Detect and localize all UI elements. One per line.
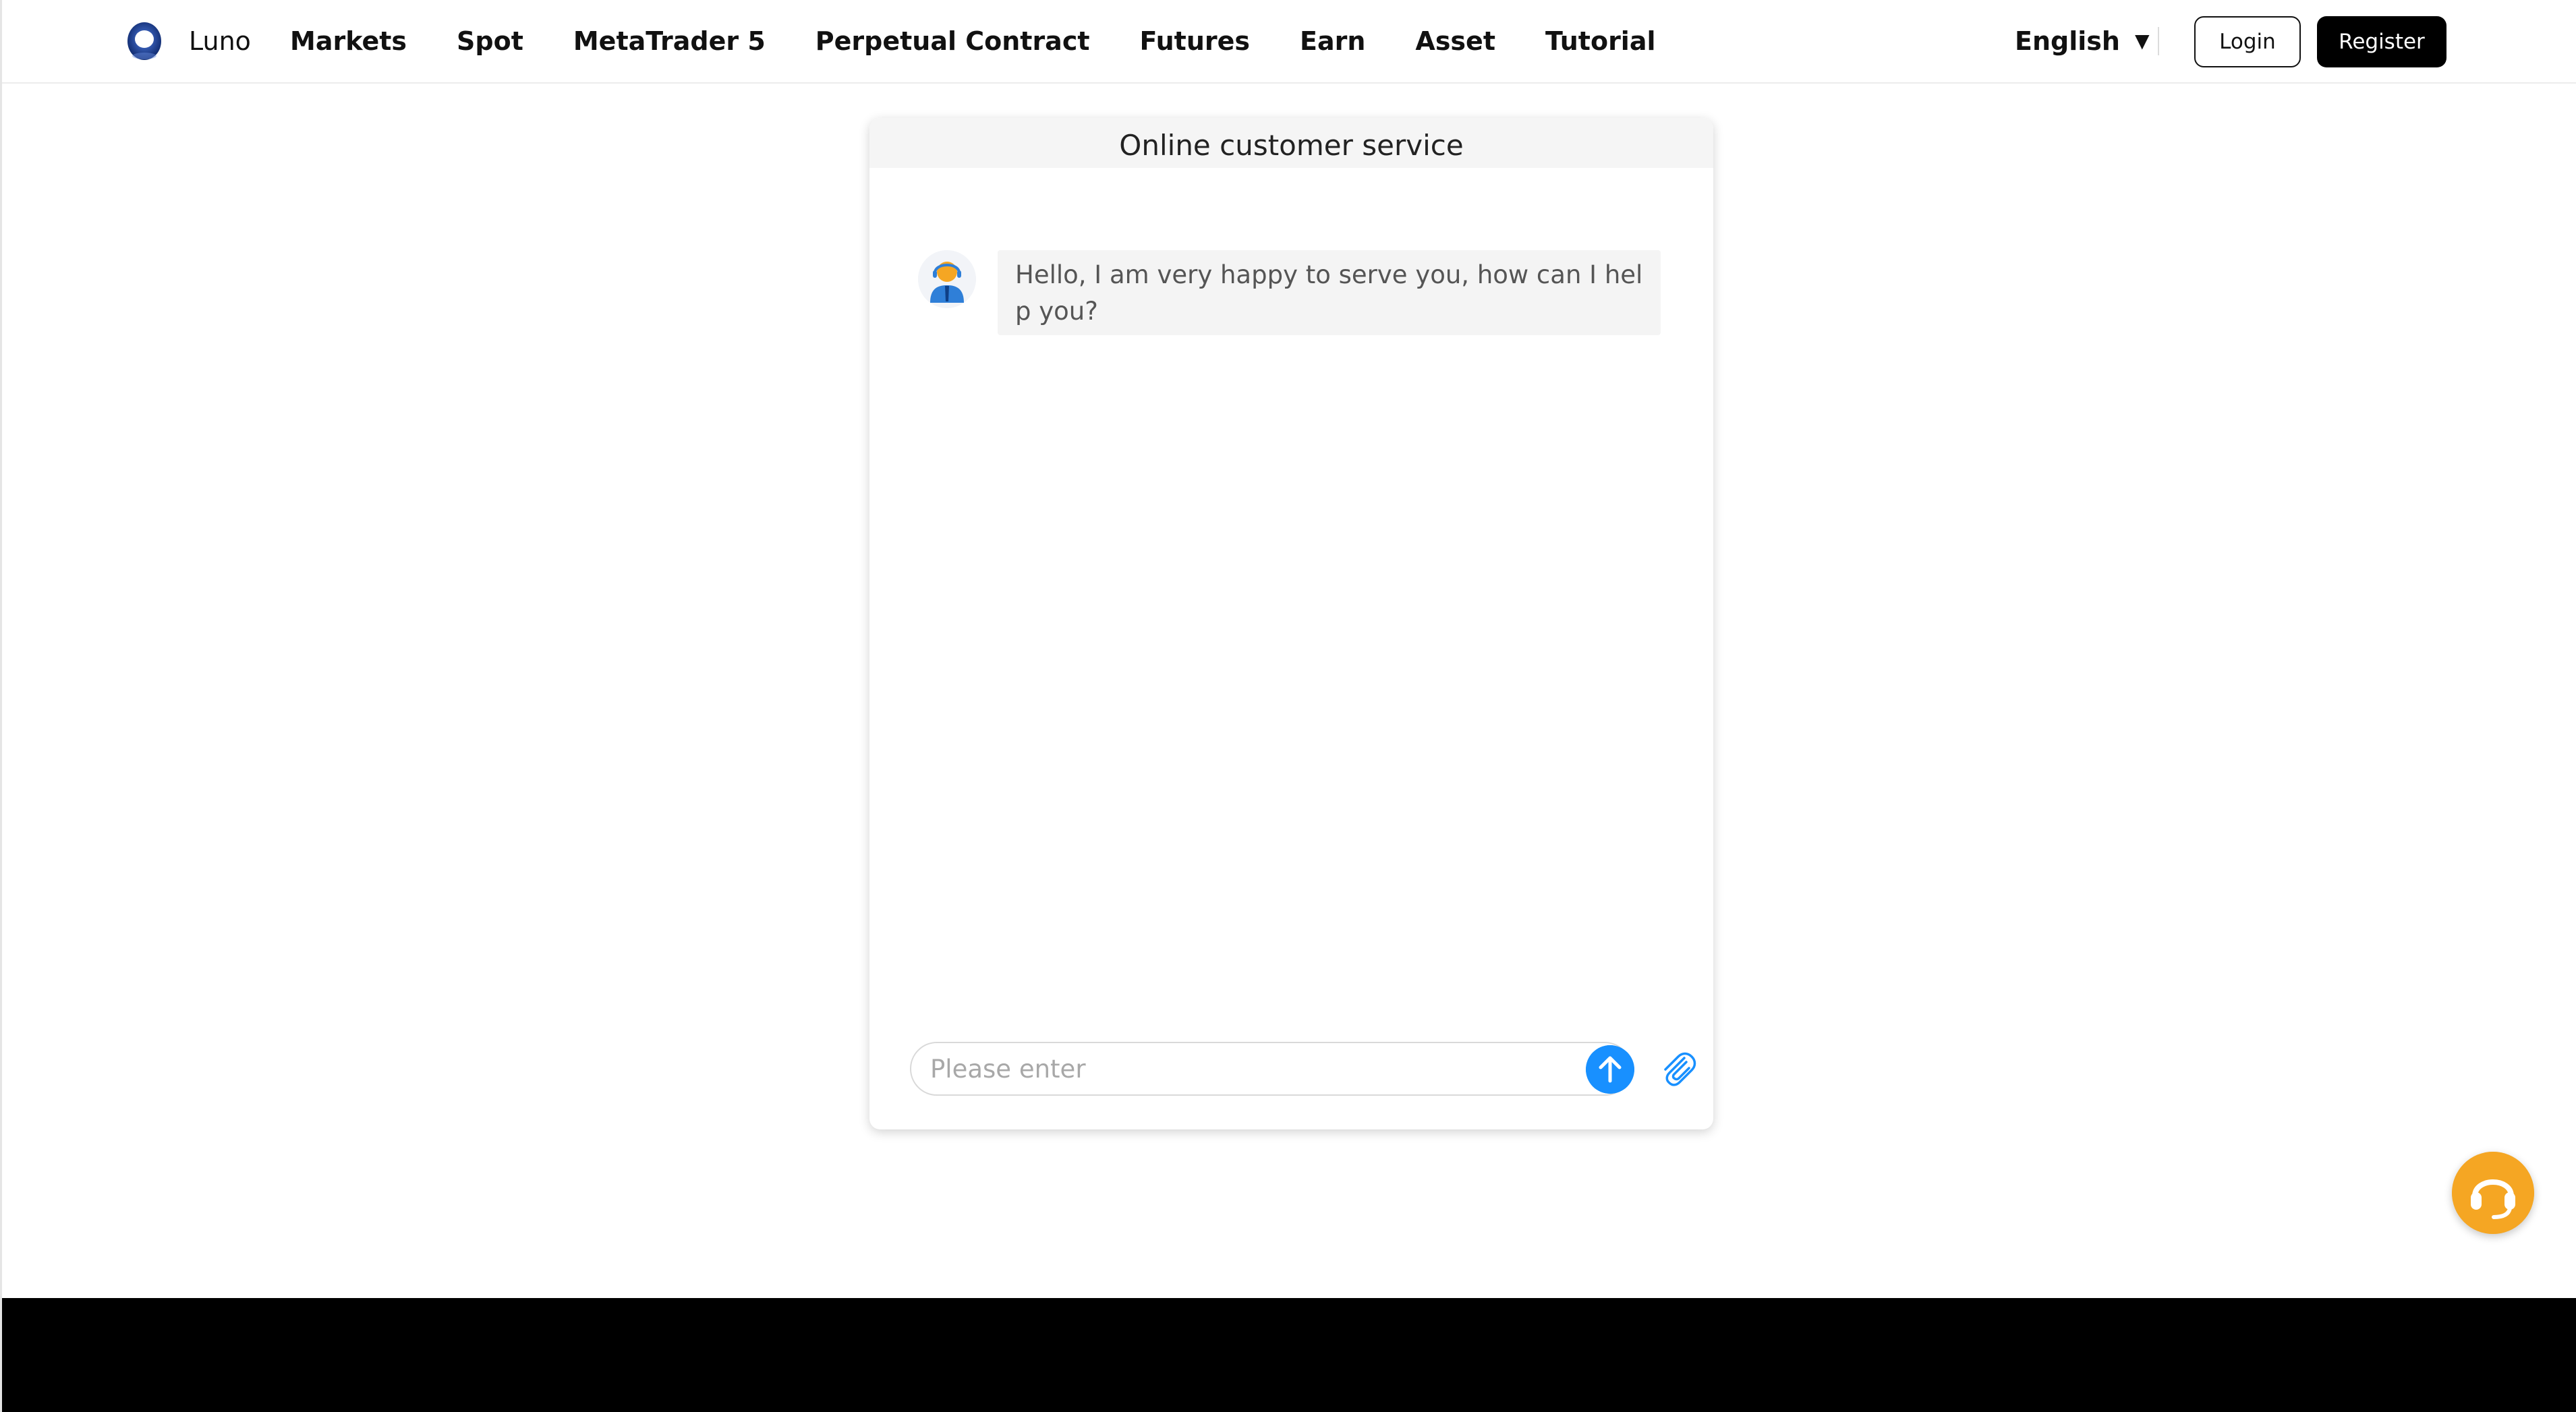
customer-service-chat-panel: Online customer service Hello, I am very… — [869, 118, 1713, 1129]
language-selector[interactable]: English ▼ — [2015, 24, 2149, 58]
chat-title: Online customer service — [869, 118, 1713, 168]
chat-input-bar — [910, 1042, 1634, 1096]
send-arrow-up-icon[interactable] — [1586, 1045, 1634, 1094]
luno-logo-icon[interactable] — [126, 21, 163, 61]
footer-band — [2, 1298, 2576, 1412]
paperclip-icon[interactable] — [1656, 1047, 1699, 1090]
nav-item-spot[interactable]: Spot — [457, 24, 523, 58]
headset-icon[interactable] — [2452, 1152, 2534, 1234]
login-button[interactable]: Login — [2194, 16, 2301, 67]
main-nav: Markets Spot MetaTrader 5 Perpetual Cont… — [290, 24, 1656, 58]
nav-item-futures[interactable]: Futures — [1140, 24, 1250, 58]
language-label: English — [2015, 26, 2120, 56]
chat-message-input[interactable] — [930, 1049, 1564, 1089]
nav-item-earn[interactable]: Earn — [1300, 24, 1365, 58]
register-button[interactable]: Register — [2317, 16, 2446, 67]
page: Luno Markets Spot MetaTrader 5 Perpetual… — [0, 0, 2576, 1412]
agent-message-bubble: Hello, I am very happy to serve you, how… — [998, 250, 1661, 335]
brand-name[interactable]: Luno — [189, 24, 251, 58]
header-divider — [2158, 27, 2159, 55]
nav-item-perpetual-contract[interactable]: Perpetual Contract — [815, 24, 1090, 58]
nav-item-asset[interactable]: Asset — [1415, 24, 1495, 58]
nav-item-metatrader-5[interactable]: MetaTrader 5 — [573, 24, 766, 58]
nav-item-markets[interactable]: Markets — [290, 24, 407, 58]
support-agent-avatar-icon — [918, 250, 976, 308]
caret-down-icon: ▼ — [2134, 30, 2150, 52]
top-navigation-bar: Luno Markets Spot MetaTrader 5 Perpetual… — [2, 0, 2576, 84]
nav-item-tutorial[interactable]: Tutorial — [1545, 24, 1656, 58]
